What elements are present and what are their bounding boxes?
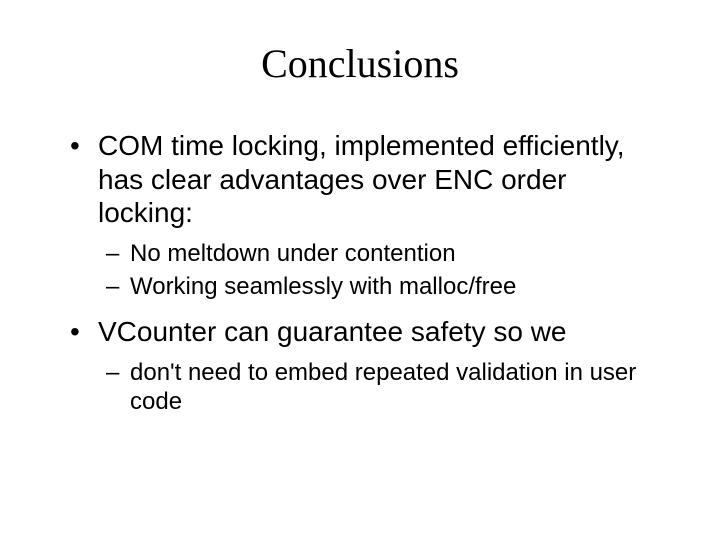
list-item: COM time locking, implemented efficientl…	[70, 129, 660, 301]
sub-bullet-text: don't need to embed repeated validation …	[130, 359, 636, 415]
bullet-text: VCounter can guarantee safety so we	[98, 316, 567, 347]
sub-bullet-text: No meltdown under contention	[130, 240, 456, 267]
list-item: VCounter can guarantee safety so we don'…	[70, 315, 660, 416]
sub-bullet-list: don't need to embed repeated validation …	[106, 359, 660, 417]
list-item: don't need to embed repeated validation …	[106, 359, 660, 417]
slide-title: Conclusions	[60, 40, 660, 87]
slide: Conclusions COM time locking, implemente…	[0, 0, 720, 540]
sub-bullet-list: No meltdown under contention Working sea…	[106, 240, 660, 302]
list-item: No meltdown under contention	[106, 240, 660, 269]
sub-bullet-text: Working seamlessly with malloc/free	[130, 273, 516, 300]
bullet-text: COM time locking, implemented efficientl…	[98, 130, 625, 228]
bullet-list: COM time locking, implemented efficientl…	[70, 129, 660, 417]
list-item: Working seamlessly with malloc/free	[106, 273, 660, 302]
